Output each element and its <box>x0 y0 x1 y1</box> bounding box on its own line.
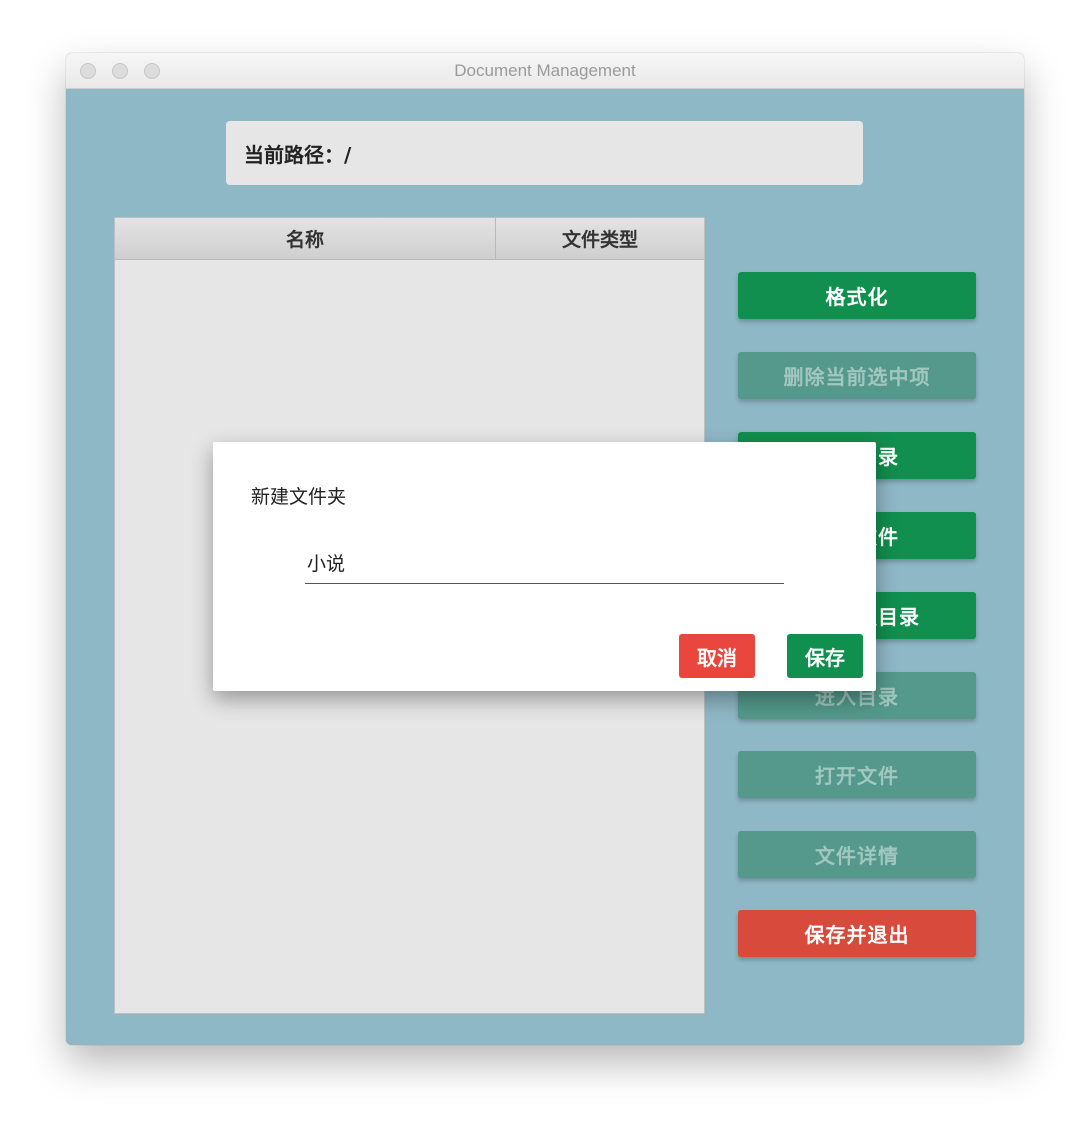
format-button[interactable]: 格式化 <box>738 272 976 319</box>
dialog-title: 新建文件夹 <box>251 486 347 508</box>
table-header: 名称 文件类型 <box>115 218 704 260</box>
delete-selected-button: 删除当前选中项 <box>738 352 976 399</box>
screen: Document Management 当前路径：/ 名称 文件类型 格式化 删… <box>0 0 1090 1125</box>
open-file-button: 打开文件 <box>738 751 976 798</box>
save-and-exit-button[interactable]: 保存并退出 <box>738 910 976 957</box>
folder-name-input[interactable] <box>305 542 784 584</box>
column-header-file-type[interactable]: 文件类型 <box>496 218 704 259</box>
window-title: Document Management <box>454 61 636 80</box>
new-folder-dialog: 新建文件夹 取消 保存 <box>213 442 876 691</box>
file-details-button: 文件详情 <box>738 831 976 878</box>
save-button[interactable]: 保存 <box>787 634 863 678</box>
column-header-name[interactable]: 名称 <box>115 218 496 259</box>
current-path: 当前路径：/ <box>226 121 863 185</box>
cancel-button[interactable]: 取消 <box>679 634 755 678</box>
title-bar: Document Management <box>66 53 1024 89</box>
